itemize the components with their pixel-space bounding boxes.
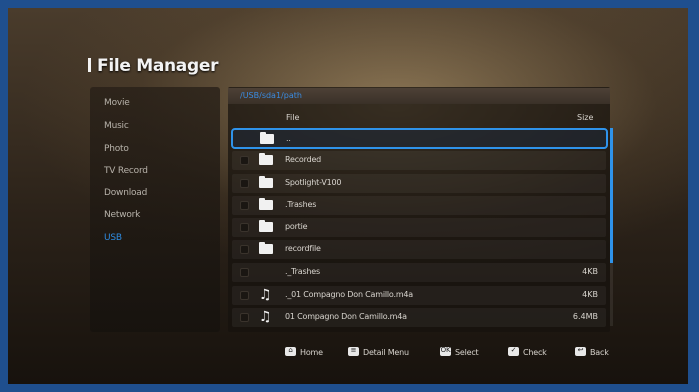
file-name: Recorded <box>285 155 322 164</box>
file-name: ._01 Compagno Don Camillo.m4a <box>285 290 414 299</box>
app-title: File Manager <box>88 56 218 76</box>
row-checkbox[interactable] <box>240 201 249 210</box>
file-name: .Trashes <box>285 200 317 209</box>
sidebar: Movie Music Photo TV Record Download Net… <box>90 87 220 332</box>
column-header-file: File <box>286 113 300 122</box>
detail-menu-action[interactable]: ≡ Detail Menu <box>348 346 409 357</box>
file-name: .. <box>286 134 291 143</box>
back-action[interactable]: ↩ Back <box>575 346 609 357</box>
folder-icon <box>259 220 273 232</box>
app-title-text: File Manager <box>97 56 219 76</box>
title-bar-icon <box>88 58 91 72</box>
check-key-icon: ✓ <box>508 346 519 356</box>
folder-icon <box>259 198 273 210</box>
detail-menu-label: Detail Menu <box>363 348 409 357</box>
music-note-icon: ♫ <box>259 309 272 325</box>
sidebar-item-tv-record[interactable]: TV Record <box>104 166 148 176</box>
folder-icon <box>260 132 274 144</box>
file-name: 01 Compagno Don Camillo.m4a <box>285 312 407 321</box>
sidebar-item-network[interactable]: Network <box>104 210 140 220</box>
file-row[interactable]: ._Trashes 4KB <box>232 263 606 282</box>
sidebar-item-usb[interactable]: USB <box>104 233 122 243</box>
home-action-label: Home <box>300 348 323 357</box>
row-checkbox[interactable] <box>240 179 249 188</box>
file-row[interactable]: .Trashes <box>232 196 606 215</box>
back-action-label: Back <box>590 348 609 357</box>
check-action-label: Check <box>523 348 547 357</box>
row-checkbox[interactable] <box>240 223 249 232</box>
file-name: recordfile <box>285 244 321 253</box>
column-header-size: Size <box>577 113 594 122</box>
folder-icon <box>259 153 273 165</box>
file-size: 4KB <box>582 290 598 299</box>
row-checkbox[interactable] <box>240 156 249 165</box>
path-breadcrumb: /USB/sda1/path <box>228 88 610 104</box>
file-row[interactable]: ♫ 01 Compagno Don Camillo.m4a 6.4MB <box>232 308 606 327</box>
file-name: Spotlight-V100 <box>285 178 342 187</box>
file-name: portie <box>285 222 308 231</box>
sidebar-item-movie[interactable]: Movie <box>104 98 130 108</box>
sidebar-item-music[interactable]: Music <box>104 121 129 131</box>
menu-key-icon: ≡ <box>348 346 359 356</box>
select-action-label: Select <box>455 348 479 357</box>
file-name: ._Trashes <box>285 267 320 276</box>
file-size: 4KB <box>582 267 598 276</box>
file-row[interactable]: Recorded <box>232 151 606 170</box>
sidebar-item-download[interactable]: Download <box>104 188 147 198</box>
music-note-icon: ♫ <box>259 287 272 303</box>
file-row[interactable]: Spotlight-V100 <box>232 174 606 193</box>
back-key-icon: ↩ <box>575 346 586 356</box>
file-row[interactable]: .. <box>231 128 608 149</box>
file-row[interactable]: recordfile <box>232 240 606 259</box>
row-checkbox[interactable] <box>240 291 249 300</box>
row-checkbox[interactable] <box>240 245 249 254</box>
row-checkbox[interactable] <box>240 313 249 322</box>
check-action[interactable]: ✓ Check <box>508 346 547 357</box>
home-key-icon: ⌂ <box>285 346 296 356</box>
folder-icon <box>259 242 273 254</box>
file-row[interactable]: portie <box>232 218 606 237</box>
file-row[interactable]: ♫ ._01 Compagno Don Camillo.m4a 4KB <box>232 286 606 305</box>
scrollbar-thumb[interactable] <box>610 128 613 263</box>
ok-key-icon: OK <box>440 346 451 356</box>
select-action[interactable]: OK Select <box>440 346 479 357</box>
home-action[interactable]: ⌂ Home <box>285 346 323 357</box>
sidebar-item-photo[interactable]: Photo <box>104 144 129 154</box>
row-checkbox[interactable] <box>240 268 249 277</box>
file-size: 6.4MB <box>572 312 598 321</box>
folder-icon <box>259 176 273 188</box>
